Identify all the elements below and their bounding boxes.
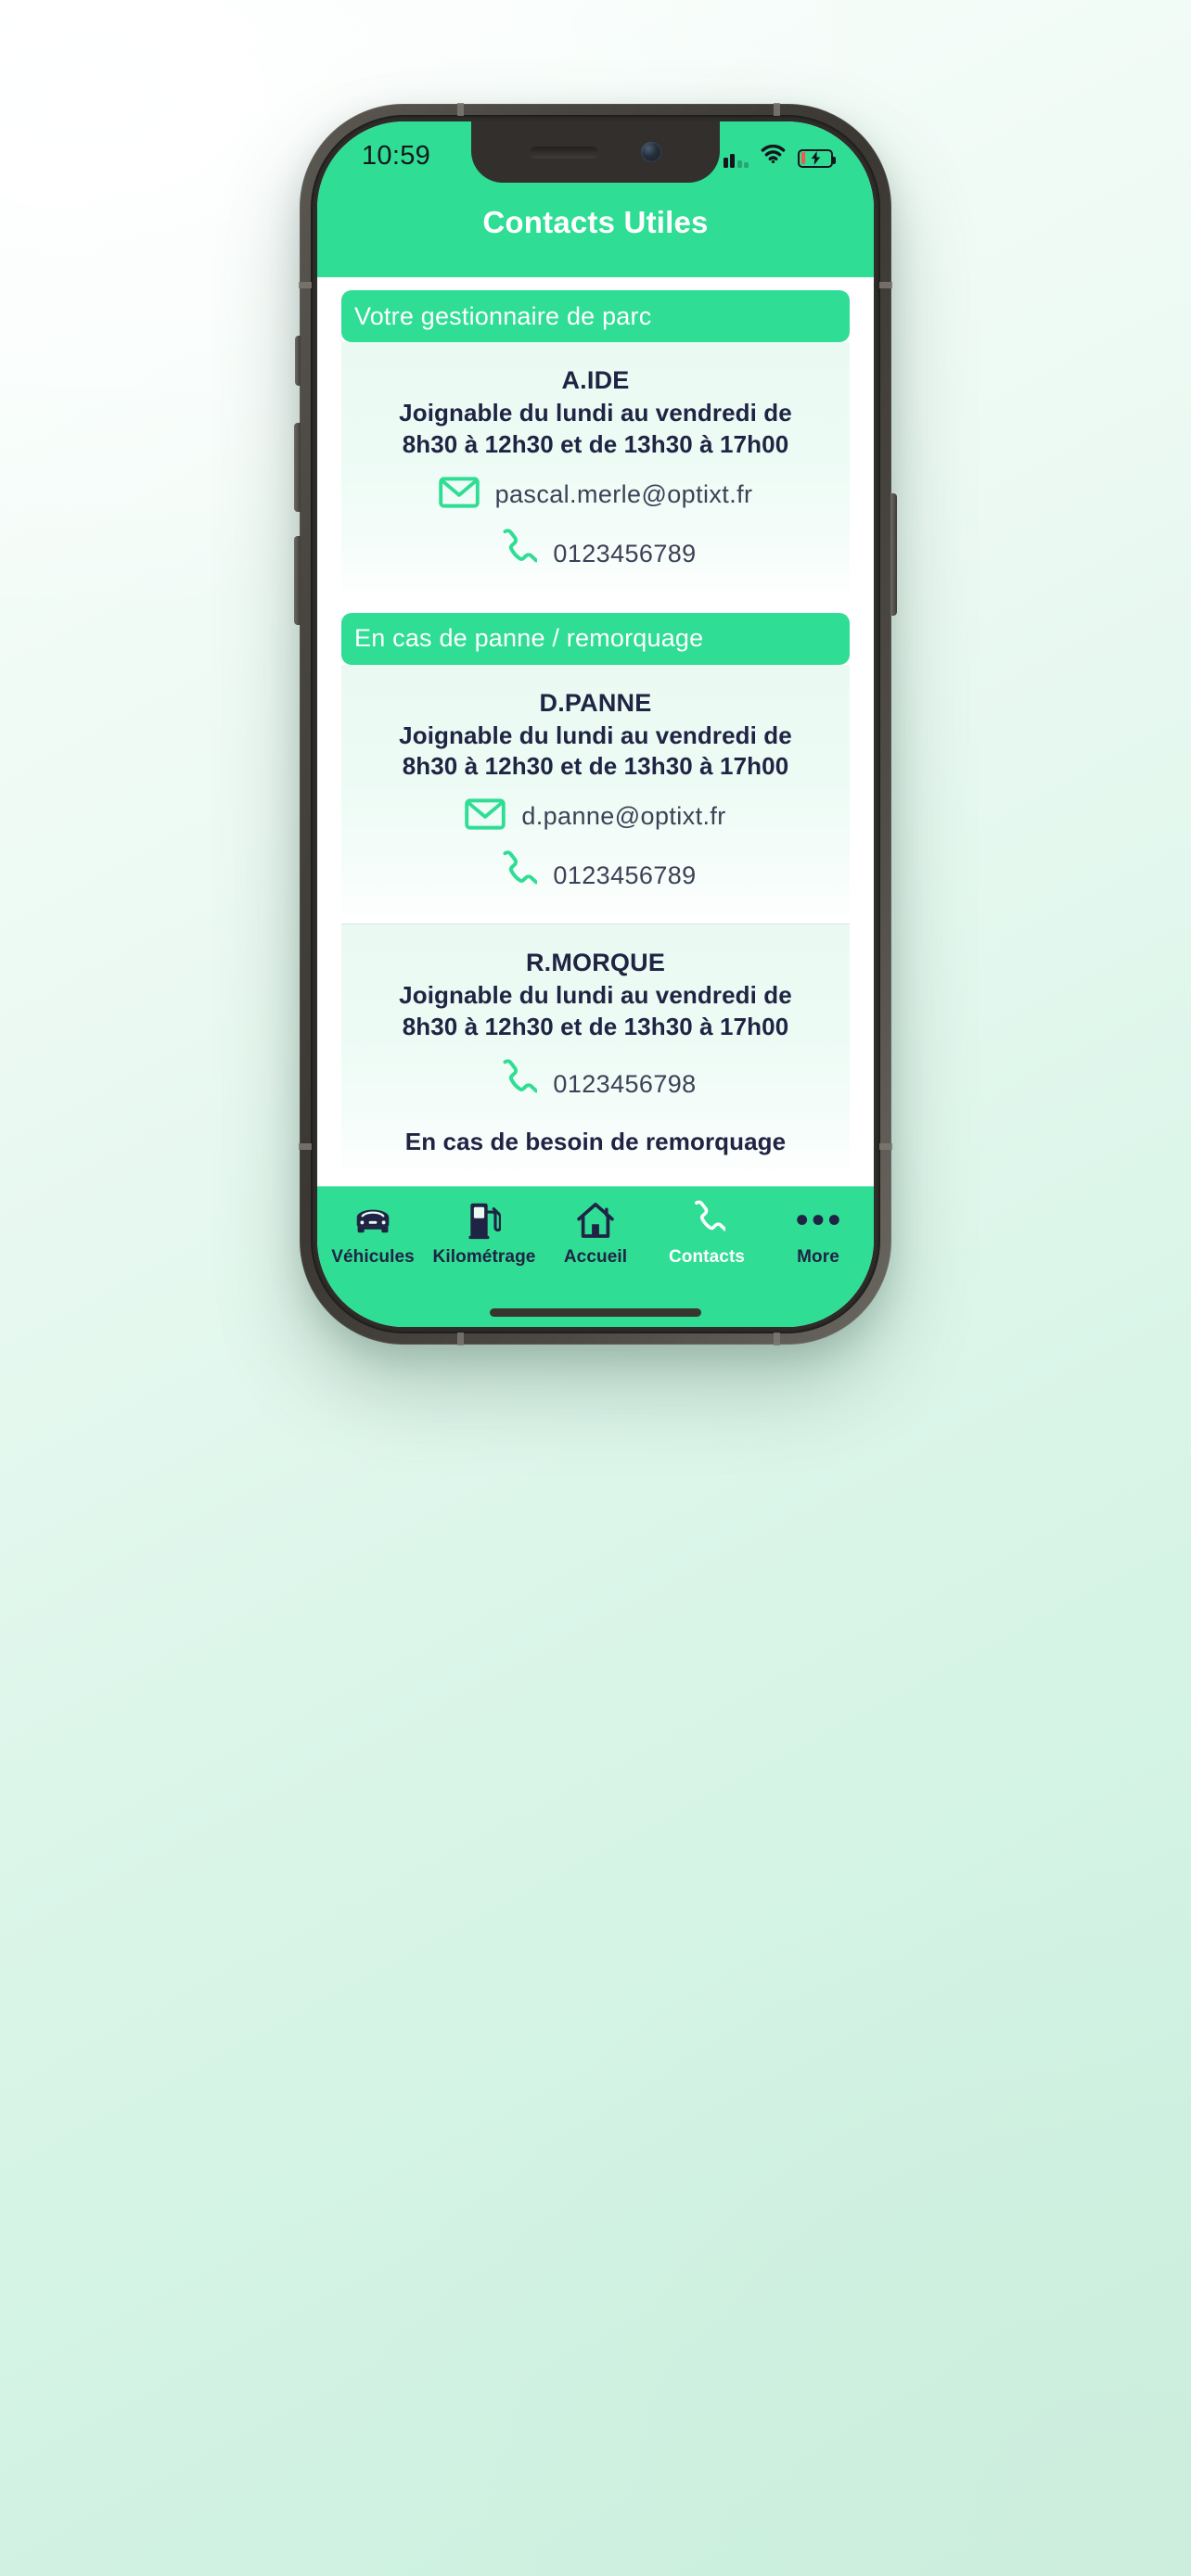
tab-label: Contacts	[668, 1247, 746, 1267]
antenna-seam	[774, 1333, 780, 1345]
contact-hours: Joignable du lundi au vendredi de 8h30 à…	[399, 981, 792, 1040]
contact-phone[interactable]: 0123456789	[553, 540, 696, 568]
antenna-seam	[879, 1143, 892, 1150]
phone-icon	[494, 1059, 539, 1110]
mail-icon	[465, 798, 506, 835]
tab-label: Accueil	[563, 1247, 628, 1267]
tab-label: Kilométrage	[432, 1247, 536, 1267]
antenna-seam	[879, 282, 892, 288]
contact-phone[interactable]: 0123456798	[553, 1070, 696, 1099]
section-header: Votre gestionnaire de parc	[341, 290, 850, 342]
app-header: Contacts Utiles	[317, 185, 874, 277]
home-icon	[575, 1199, 616, 1241]
volume-up-button[interactable]	[294, 423, 301, 512]
antenna-seam	[774, 103, 780, 116]
power-button[interactable]	[890, 493, 897, 616]
contact-note: En cas de besoin de remorquage	[404, 1127, 787, 1155]
tab-accueil[interactable]: Accueil	[540, 1199, 651, 1268]
page-title: Contacts Utiles	[482, 205, 709, 239]
tab-label: Véhicules	[331, 1247, 415, 1267]
fuel-pump-icon	[467, 1199, 501, 1241]
contact-email-row[interactable]: d.panne@optixt.fr	[365, 798, 826, 835]
phone-screen: 10:59 Contacts Utiles Votre gestionnaire…	[317, 121, 874, 1327]
front-camera-icon	[641, 142, 661, 162]
contact-card: A.IDE Joignable du lundi au vendredi de 8…	[341, 342, 850, 602]
contact-email[interactable]: d.panne@optixt.fr	[521, 802, 725, 831]
car-icon	[352, 1199, 393, 1241]
contacts-list: Votre gestionnaire de parc A.IDE Joignable…	[317, 290, 874, 1186]
antenna-seam	[299, 1143, 312, 1150]
ellipsis-icon	[796, 1199, 840, 1241]
phone-icon	[688, 1199, 725, 1241]
phone-frame: 10:59 Contacts Utiles Votre gestionnaire…	[294, 103, 897, 1345]
volume-down-button[interactable]	[294, 536, 301, 625]
tab-kilomtrage[interactable]: Kilométrage	[429, 1199, 540, 1268]
antenna-seam	[457, 103, 464, 116]
status-time: 10:59	[362, 140, 431, 171]
contact-email[interactable]: pascal.merle@optixt.fr	[495, 480, 753, 509]
section-header: En cas de panne / remorquage	[341, 612, 850, 665]
signal-bars-icon	[723, 151, 749, 168]
contact-hours: Joignable du lundi au vendredi de 8h30 à…	[399, 399, 792, 458]
scroll-content[interactable]: Votre gestionnaire de parc A.IDE Joignable…	[317, 277, 874, 1186]
tab-vhicules[interactable]: Véhicules	[317, 1199, 429, 1268]
mail-icon	[438, 477, 480, 513]
contact-name: R.MORQUE	[525, 949, 666, 977]
tab-more[interactable]: More	[762, 1199, 874, 1268]
home-indicator-bar[interactable]	[490, 1307, 701, 1317]
contact-phone-row[interactable]: 0123456798	[365, 1059, 826, 1110]
contact-phone-row[interactable]: 0123456789	[365, 850, 826, 901]
contact-card: D.PANNE Joignable du lundi au vendredi de…	[341, 664, 850, 925]
phone-icon	[494, 850, 539, 901]
silent-switch[interactable]	[295, 336, 301, 386]
contact-hours: Joignable du lundi au vendredi de 8h30 à…	[399, 721, 792, 781]
contact-email-row[interactable]: pascal.merle@optixt.fr	[365, 477, 826, 513]
phone-icon	[494, 528, 539, 580]
contact-phone[interactable]: 0123456789	[553, 861, 696, 890]
antenna-seam	[299, 282, 312, 288]
earpiece-speaker	[530, 146, 598, 159]
tab-label: More	[797, 1247, 839, 1267]
tab-contacts[interactable]: Contacts	[651, 1199, 762, 1268]
contact-name: D.PANNE	[539, 688, 652, 717]
antenna-seam	[457, 1333, 464, 1345]
status-icons	[723, 144, 836, 168]
contact-phone-row[interactable]: 0123456789	[365, 528, 826, 580]
notch	[471, 121, 720, 183]
wifi-icon	[761, 144, 786, 168]
contact-name: A.IDE	[561, 366, 630, 394]
battery-charging-icon	[798, 148, 836, 168]
home-indicator-area	[317, 1297, 874, 1327]
bottom-tab-bar: Véhicules Kilométrage Accueil Contacts More	[317, 1186, 874, 1297]
contact-card: R.MORQUE Joignable du lundi au vendredi d…	[341, 924, 850, 1179]
